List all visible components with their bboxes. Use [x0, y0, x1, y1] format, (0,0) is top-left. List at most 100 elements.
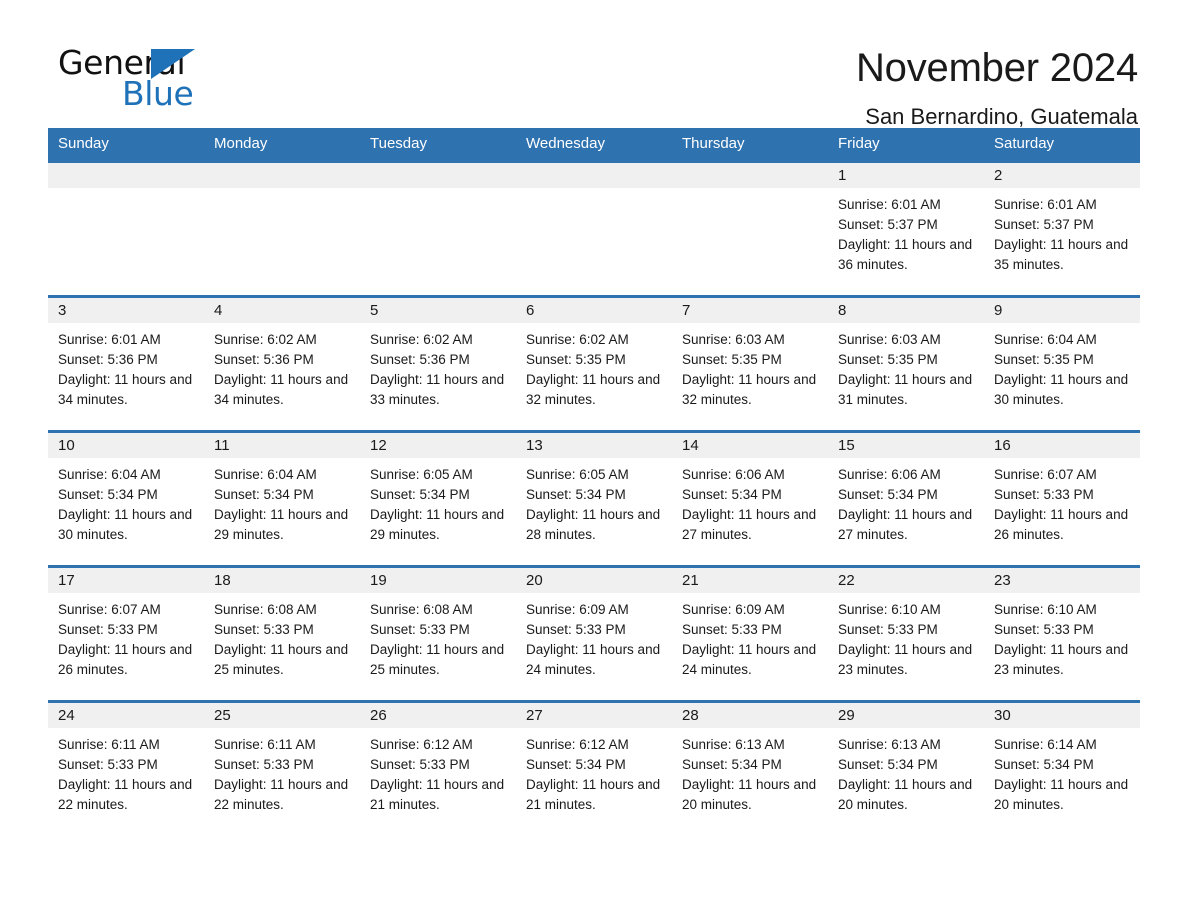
calendar-day-cell[interactable]: 22 Sunrise: 6:10 AM Sunset: 5:33 PM Dayligh… [828, 565, 984, 702]
calendar-week-row: 24 Sunrise: 6:11 AM Sunset: 5:33 PM Dayligh… [48, 700, 1140, 835]
sunset-text: Sunset: 5:33 PM [994, 622, 1094, 637]
daylight-text: Daylight: 11 hours and 21 minutes. [370, 777, 505, 812]
calendar-cell-empty [672, 160, 828, 297]
calendar-day-cell[interactable]: 17 Sunrise: 6:07 AM Sunset: 5:33 PM Dayligh… [48, 565, 204, 702]
day-number: 10 [48, 433, 204, 458]
day-details: Sunrise: 6:02 AM Sunset: 5:36 PM Daylight:… [204, 323, 360, 410]
sunrise-text: Sunrise: 6:11 AM [58, 737, 160, 752]
day-number: 14 [672, 433, 828, 458]
day-number: 19 [360, 568, 516, 593]
calendar-day-cell[interactable]: 13 Sunrise: 6:05 AM Sunset: 5:34 PM Dayligh… [516, 430, 672, 567]
day-details: Sunrise: 6:05 AM Sunset: 5:34 PM Daylight:… [516, 458, 672, 545]
calendar-day-cell[interactable]: 24 Sunrise: 6:11 AM Sunset: 5:33 PM Dayligh… [48, 700, 204, 835]
day-details: Sunrise: 6:07 AM Sunset: 5:33 PM Daylight:… [48, 593, 204, 680]
sunset-text: Sunset: 5:34 PM [838, 757, 938, 772]
day-number: 17 [48, 568, 204, 593]
weekday-header-friday: Friday [828, 128, 984, 162]
daylight-text: Daylight: 11 hours and 32 minutes. [682, 372, 817, 407]
daylight-text: Daylight: 11 hours and 25 minutes. [370, 642, 505, 677]
calendar-week-row: 17 Sunrise: 6:07 AM Sunset: 5:33 PM Dayligh… [48, 565, 1140, 702]
calendar-day-cell[interactable]: 6 Sunrise: 6:02 AM Sunset: 5:35 PM Daylight… [516, 295, 672, 432]
daylight-text: Daylight: 11 hours and 26 minutes. [58, 642, 193, 677]
calendar-day-cell[interactable]: 3 Sunrise: 6:01 AM Sunset: 5:36 PM Daylight… [48, 295, 204, 432]
sunset-text: Sunset: 5:35 PM [526, 352, 626, 367]
calendar-day-cell[interactable]: 14 Sunrise: 6:06 AM Sunset: 5:34 PM Dayligh… [672, 430, 828, 567]
day-details: Sunrise: 6:11 AM Sunset: 5:33 PM Daylight:… [204, 728, 360, 815]
day-number: 2 [984, 163, 1140, 188]
day-details: Sunrise: 6:03 AM Sunset: 5:35 PM Daylight:… [828, 323, 984, 410]
calendar-day-cell[interactable]: 16 Sunrise: 6:07 AM Sunset: 5:33 PM Dayligh… [984, 430, 1140, 567]
masthead: General Blue November 2024 San Bernardin… [48, 0, 1140, 129]
calendar-day-cell[interactable]: 8 Sunrise: 6:03 AM Sunset: 5:35 PM Daylight… [828, 295, 984, 432]
daylight-text: Daylight: 11 hours and 32 minutes. [526, 372, 661, 407]
day-details: Sunrise: 6:01 AM Sunset: 5:37 PM Daylight:… [984, 188, 1140, 275]
calendar-day-cell[interactable]: 5 Sunrise: 6:02 AM Sunset: 5:36 PM Daylight… [360, 295, 516, 432]
day-number: 1 [828, 163, 984, 188]
calendar-day-cell[interactable]: 15 Sunrise: 6:06 AM Sunset: 5:34 PM Dayligh… [828, 430, 984, 567]
day-details: Sunrise: 6:04 AM Sunset: 5:35 PM Daylight:… [984, 323, 1140, 410]
sunset-text: Sunset: 5:34 PM [994, 757, 1094, 772]
day-number [48, 163, 204, 188]
calendar-cell-empty [204, 160, 360, 297]
daylight-text: Daylight: 11 hours and 20 minutes. [682, 777, 817, 812]
calendar-day-cell[interactable]: 30 Sunrise: 6:14 AM Sunset: 5:34 PM Dayligh… [984, 700, 1140, 835]
day-details: Sunrise: 6:09 AM Sunset: 5:33 PM Daylight:… [516, 593, 672, 680]
day-details: Sunrise: 6:10 AM Sunset: 5:33 PM Daylight:… [984, 593, 1140, 680]
calendar-cell-empty [516, 160, 672, 297]
calendar-day-cell[interactable]: 10 Sunrise: 6:04 AM Sunset: 5:34 PM Dayligh… [48, 430, 204, 567]
calendar-day-cell[interactable]: 23 Sunrise: 6:10 AM Sunset: 5:33 PM Dayligh… [984, 565, 1140, 702]
calendar-day-cell[interactable]: 20 Sunrise: 6:09 AM Sunset: 5:33 PM Dayligh… [516, 565, 672, 702]
sunrise-text: Sunrise: 6:02 AM [370, 332, 473, 347]
day-details: Sunrise: 6:04 AM Sunset: 5:34 PM Daylight:… [48, 458, 204, 545]
day-details: Sunrise: 6:03 AM Sunset: 5:35 PM Daylight:… [672, 323, 828, 410]
calendar-day-cell[interactable]: 28 Sunrise: 6:13 AM Sunset: 5:34 PM Dayligh… [672, 700, 828, 835]
day-number: 4 [204, 298, 360, 323]
day-details: Sunrise: 6:01 AM Sunset: 5:37 PM Daylight:… [828, 188, 984, 275]
calendar-day-cell[interactable]: 19 Sunrise: 6:08 AM Sunset: 5:33 PM Dayligh… [360, 565, 516, 702]
sunset-text: Sunset: 5:37 PM [838, 217, 938, 232]
daylight-text: Daylight: 11 hours and 28 minutes. [526, 507, 661, 542]
calendar-day-cell[interactable]: 29 Sunrise: 6:13 AM Sunset: 5:34 PM Dayligh… [828, 700, 984, 835]
sunset-text: Sunset: 5:33 PM [214, 622, 314, 637]
calendar-header-row: Sunday Monday Tuesday Wednesday Thursday Frid… [48, 128, 1140, 162]
sunset-text: Sunset: 5:36 PM [214, 352, 314, 367]
calendar-day-cell[interactable]: 25 Sunrise: 6:11 AM Sunset: 5:33 PM Dayligh… [204, 700, 360, 835]
day-details: Sunrise: 6:13 AM Sunset: 5:34 PM Daylight:… [828, 728, 984, 815]
calendar-day-cell[interactable]: 9 Sunrise: 6:04 AM Sunset: 5:35 PM Daylight… [984, 295, 1140, 432]
calendar-cell-empty [360, 160, 516, 297]
sunset-text: Sunset: 5:34 PM [58, 487, 158, 502]
calendar-day-cell[interactable]: 21 Sunrise: 6:09 AM Sunset: 5:33 PM Dayligh… [672, 565, 828, 702]
sunrise-text: Sunrise: 6:04 AM [214, 467, 317, 482]
sunrise-text: Sunrise: 6:02 AM [526, 332, 629, 347]
calendar-cell-empty [48, 160, 204, 297]
sunrise-text: Sunrise: 6:11 AM [214, 737, 316, 752]
day-number: 24 [48, 703, 204, 728]
calendar-day-cell[interactable]: 2 Sunrise: 6:01 AM Sunset: 5:37 PM Daylight… [984, 160, 1140, 297]
daylight-text: Daylight: 11 hours and 36 minutes. [838, 237, 973, 272]
daylight-text: Daylight: 11 hours and 29 minutes. [370, 507, 505, 542]
sunrise-sunset-calendar: Sunday Monday Tuesday Wednesday Thursday Frid… [48, 128, 1140, 835]
day-number: 23 [984, 568, 1140, 593]
calendar-day-cell[interactable]: 27 Sunrise: 6:12 AM Sunset: 5:34 PM Dayligh… [516, 700, 672, 835]
calendar-day-cell[interactable]: 11 Sunrise: 6:04 AM Sunset: 5:34 PM Dayligh… [204, 430, 360, 567]
day-details: Sunrise: 6:13 AM Sunset: 5:34 PM Daylight:… [672, 728, 828, 815]
sunset-text: Sunset: 5:34 PM [526, 487, 626, 502]
calendar-day-cell[interactable]: 7 Sunrise: 6:03 AM Sunset: 5:35 PM Daylight… [672, 295, 828, 432]
daylight-text: Daylight: 11 hours and 25 minutes. [214, 642, 349, 677]
calendar-day-cell[interactable]: 1 Sunrise: 6:01 AM Sunset: 5:37 PM Daylight… [828, 160, 984, 297]
calendar-day-cell[interactable]: 12 Sunrise: 6:05 AM Sunset: 5:34 PM Dayligh… [360, 430, 516, 567]
day-details: Sunrise: 6:08 AM Sunset: 5:33 PM Daylight:… [204, 593, 360, 680]
sunrise-text: Sunrise: 6:01 AM [58, 332, 161, 347]
calendar-day-cell[interactable]: 18 Sunrise: 6:08 AM Sunset: 5:33 PM Dayligh… [204, 565, 360, 702]
sunrise-text: Sunrise: 6:07 AM [994, 467, 1097, 482]
sunset-text: Sunset: 5:36 PM [58, 352, 158, 367]
day-number: 29 [828, 703, 984, 728]
calendar-day-cell[interactable]: 26 Sunrise: 6:12 AM Sunset: 5:33 PM Dayligh… [360, 700, 516, 835]
sunrise-text: Sunrise: 6:13 AM [838, 737, 941, 752]
sunrise-text: Sunrise: 6:10 AM [994, 602, 1097, 617]
calendar-day-cell[interactable]: 4 Sunrise: 6:02 AM Sunset: 5:36 PM Daylight… [204, 295, 360, 432]
daylight-text: Daylight: 11 hours and 30 minutes. [994, 372, 1129, 407]
day-details: Sunrise: 6:08 AM Sunset: 5:33 PM Daylight:… [360, 593, 516, 680]
sunrise-text: Sunrise: 6:09 AM [526, 602, 629, 617]
general-blue-logo[interactable]: General Blue [48, 44, 248, 120]
